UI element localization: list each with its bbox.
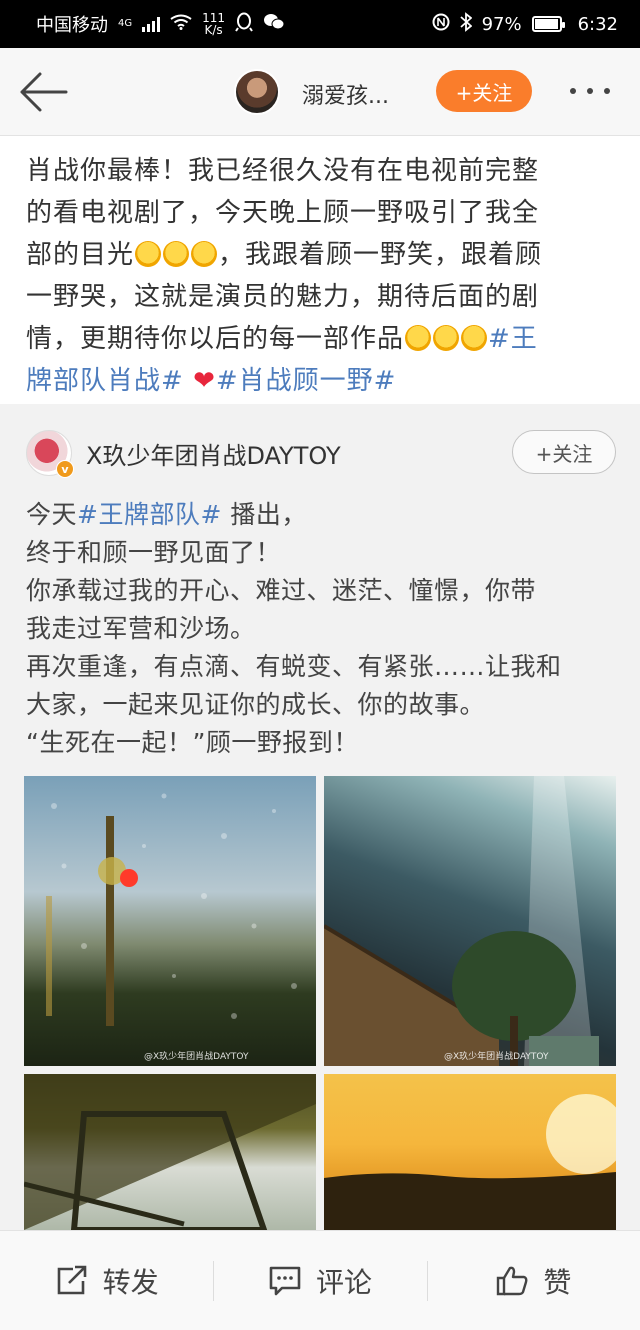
back-button[interactable] — [18, 70, 68, 114]
repost-text: 今天#王牌部队# 播出， 终于和顾一野见面了！ 你承载过我的开心、难过、迷茫、憧… — [26, 496, 616, 762]
repost-line: 再次重逢，有点滴、有蜕变、有紧张……让我和 — [26, 652, 562, 681]
comment-line-part: 情，更期待你以后的每一部作品 — [26, 324, 405, 354]
crying-emoji-icon — [191, 241, 218, 267]
status-bar: 中国移动 4G 111 K/s 97% 6:32 — [0, 0, 640, 48]
nav-bar: 溺爱孩... +关注 — [0, 48, 640, 136]
bluetooth-icon — [459, 11, 472, 37]
repost-line: 大家，一起来见证你的成长、你的故事。 — [26, 690, 486, 719]
comment-line: 部的目光 ，我跟着顾一野笑，跟着顾 — [26, 234, 618, 276]
comment-icon — [269, 1266, 301, 1295]
repost-line: 今天#王牌部队# 播出， — [26, 496, 616, 534]
back-arrow-icon — [20, 72, 68, 112]
repost-line: 你承载过我的开心、难过、迷茫、憧憬，你带 — [26, 576, 537, 605]
crying-emoji-icon — [405, 325, 432, 351]
heart-icon: ❤ — [193, 366, 216, 396]
repost-line: 我走过军营和沙场。 — [26, 614, 256, 643]
comment-line: 牌部队肖战# ❤#肖战顾一野# — [26, 360, 618, 402]
comment-text: 肖战你最棒！我已经很久没有在电视前完整 的看电视剧了，今天晚上顾一野吸引了我全 … — [26, 150, 618, 402]
comment-line: 一野哭，这就是演员的魅力，期待后面的剧 — [26, 282, 540, 312]
topic-link[interactable]: #王牌部队# — [77, 500, 222, 529]
repost-line-part: 今天 — [26, 500, 78, 529]
wifi-icon — [170, 14, 192, 35]
photo-rainy-window[interactable]: @X玖少年团肖战DAYTOY — [24, 776, 316, 1066]
repost-follow-button[interactable]: +关注 — [512, 430, 616, 474]
repost-author-name[interactable]: X玖少年团肖战DAYTOY — [86, 436, 341, 471]
more-options-icon[interactable] — [570, 88, 610, 94]
battery-percent: 97% — [481, 13, 522, 35]
network-type: 4G — [118, 18, 133, 29]
crying-emoji-icon — [135, 241, 162, 267]
battery-fill — [534, 19, 558, 29]
comment-line-part: 部的目光 — [26, 240, 135, 270]
topic-link[interactable]: #王 — [488, 324, 538, 354]
repost-line-part: 播出， — [230, 500, 307, 529]
comment-button[interactable]: 评论 — [213, 1231, 426, 1330]
photo-barracks-night[interactable]: @X玖少年团肖战DAYTOY — [324, 776, 616, 1066]
verified-badge-icon: v — [56, 460, 74, 478]
photo-watermark: @X玖少年团肖战DAYTOY — [444, 1052, 549, 1062]
comment-line: 肖战你最棒！我已经很久没有在电视前完整 — [26, 156, 540, 186]
photo-sunset-field[interactable] — [324, 1074, 616, 1230]
network-speed: 111 K/s — [202, 12, 225, 36]
comment-line: 情，更期待你以后的每一部作品 #王 — [26, 318, 618, 360]
follow-button[interactable]: +关注 — [436, 70, 532, 112]
action-bar: 转发 评论 赞 — [0, 1230, 640, 1330]
like-button[interactable]: 赞 — [426, 1231, 640, 1330]
qq-icon — [235, 12, 253, 37]
carrier-label: 中国移动 — [36, 15, 108, 36]
comment-line: 的看电视剧了，今天晚上顾一野吸引了我全 — [26, 198, 540, 228]
nfc-icon — [432, 13, 450, 36]
comment-line-part: ，我跟着顾一野笑，跟着顾 — [218, 240, 543, 270]
clock: 6:32 — [577, 13, 618, 35]
crying-emoji-icon — [461, 325, 488, 351]
photo-watermark: @X玖少年团肖战DAYTOY — [144, 1052, 249, 1062]
repost-label: 转发 — [102, 1265, 159, 1299]
comment-label: 评论 — [315, 1265, 372, 1299]
photo-tent-window[interactable] — [24, 1074, 316, 1230]
share-icon — [57, 1265, 86, 1294]
network-speed-unit: K/s — [204, 23, 223, 37]
avatar[interactable] — [234, 69, 280, 115]
battery-icon — [531, 16, 565, 32]
repost-line: “生死在一起！”顾一野报到！ — [26, 728, 359, 757]
signal-icon — [142, 16, 161, 32]
topic-link[interactable]: #肖战顾一野# — [216, 366, 397, 396]
like-label: 赞 — [543, 1265, 572, 1299]
nav-username[interactable]: 溺爱孩... — [302, 78, 389, 110]
wechat-icon — [263, 13, 285, 36]
thumbs-up-icon — [497, 1266, 528, 1295]
crying-emoji-icon — [433, 325, 460, 351]
repost-line: 终于和顾一野见面了！ — [26, 538, 282, 567]
crying-emoji-icon — [163, 241, 190, 267]
topic-link[interactable]: 牌部队肖战# — [26, 366, 184, 396]
repost-button[interactable]: 转发 — [0, 1231, 213, 1330]
